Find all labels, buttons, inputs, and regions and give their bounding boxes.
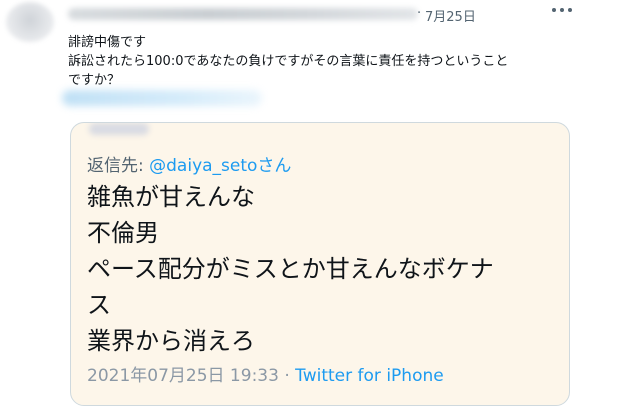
tweet-date[interactable]: 7月25日 (425, 6, 476, 25)
reply-to-label: 返信先: (87, 156, 150, 176)
quoted-text-line: ス (87, 291, 111, 319)
header-separator: · (417, 6, 422, 21)
quoted-text-line: 業界から消えろ (87, 327, 255, 355)
tweet-text: 誹謗中傷です 訴訟されたら100:0であなたの負けですがその言葉に責任を持つとい… (68, 33, 588, 90)
quote-header-redacted (89, 123, 149, 135)
quoted-text-line: 不倫男 (87, 219, 159, 247)
quote-source[interactable]: Twitter for iPhone (295, 366, 444, 386)
author-name-redacted (68, 8, 418, 20)
quote-timestamp: 2021年07月25日 19:33 (87, 366, 279, 386)
tweet-text-line: 訴訟されたら100:0であなたの負けですがその言葉に責任を持つということ (68, 54, 509, 69)
tweet-header: · 7月25日 (68, 6, 620, 26)
quoted-image-card[interactable]: 返信先: @daiya_setoさん 雑魚が甘えんな 不倫男 ペース配分がミスと… (70, 122, 570, 406)
tweet-text-line: 誹謗中傷です (68, 35, 147, 50)
quoted-text-line: 雑魚が甘えんな (87, 183, 255, 211)
tweet-text-line: ですか？ (68, 73, 121, 88)
link-redacted[interactable] (62, 90, 262, 106)
tweet[interactable]: · 7月25日 誹謗中傷です 訴訟されたら100:0であなたの負けですがその言葉… (0, 0, 620, 413)
meta-separator: · (278, 366, 296, 386)
reply-to-handle[interactable]: @daiya_setoさん (149, 156, 291, 176)
reply-to-line: 返信先: @daiya_setoさん (87, 151, 291, 176)
quoted-text: 雑魚が甘えんな 不倫男 ペース配分がミスとか甘えんなボケナ ス 業界から消えろ (87, 179, 557, 359)
more-icon[interactable] (552, 3, 574, 17)
quote-meta: 2021年07月25日 19:33 · Twitter for iPhone (87, 361, 444, 386)
quoted-text-line: ペース配分がミスとか甘えんなボケナ (87, 255, 494, 283)
avatar[interactable] (6, 2, 54, 42)
